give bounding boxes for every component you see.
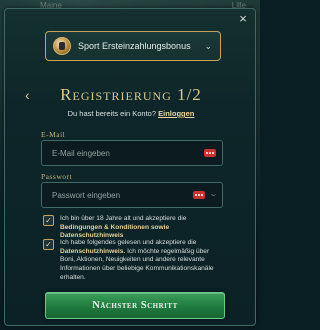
consent-terms-intro: Ich bin über 18 Jahre alt und akzeptiere… [60,215,187,222]
privacy-link[interactable]: Datenschutzhinweis. [60,248,125,255]
chevron-down-icon: ⌄ [204,40,212,51]
password-label: Passwort [41,172,73,181]
consent-marketing-intro: Ich habe folgendes gelesen und akzeptier… [60,239,197,246]
email-field-container [41,140,223,166]
login-link[interactable]: Einloggen [158,109,194,118]
consent-marketing-row: ✓ Ich habe folgendes gelesen und akzepti… [43,239,223,283]
consent-marketing-text: Ich habe folgendes gelesen und akzeptier… [60,239,223,283]
login-prompt: Du hast bereits ein Konto? Einloggen [5,109,257,118]
password-field[interactable] [52,190,193,200]
consent-marketing-checkbox[interactable]: ✓ [43,239,54,250]
email-field[interactable] [52,148,204,158]
password-field-container: ⌣ [41,182,223,208]
bonus-selector-label: Sport Ersteinzahlungsbonus [78,41,191,51]
next-step-button[interactable]: Nächster Schritt [45,292,225,319]
show-password-icon[interactable]: ⌣ [211,190,216,200]
consent-terms-text: Ich bin über 18 Jahre alt und akzeptiere… [60,215,223,241]
page-title: Registrierung 1/2 [60,85,202,104]
next-step-label: Nächster Schritt [92,300,178,311]
registration-modal: × Sport Ersteinzahlungsbonus ⌄ ‹ Registr… [4,8,256,326]
password-manager-icon[interactable] [192,191,205,199]
consent-terms-row: ✓ Ich bin über 18 Jahre alt und akzeptie… [43,215,223,241]
password-manager-icon[interactable] [204,149,216,157]
terms-link[interactable]: Bedingungen & Konditionen sowie Datensch… [60,224,169,240]
consent-terms-checkbox[interactable]: ✓ [43,215,54,226]
bonus-selector[interactable]: Sport Ersteinzahlungsbonus ⌄ [45,31,221,61]
login-prompt-text: Du hast bereits ein Konto? [67,109,157,118]
close-button[interactable]: × [237,12,249,25]
email-label: E-Mail [41,130,66,139]
bonus-coin-icon [53,37,71,55]
